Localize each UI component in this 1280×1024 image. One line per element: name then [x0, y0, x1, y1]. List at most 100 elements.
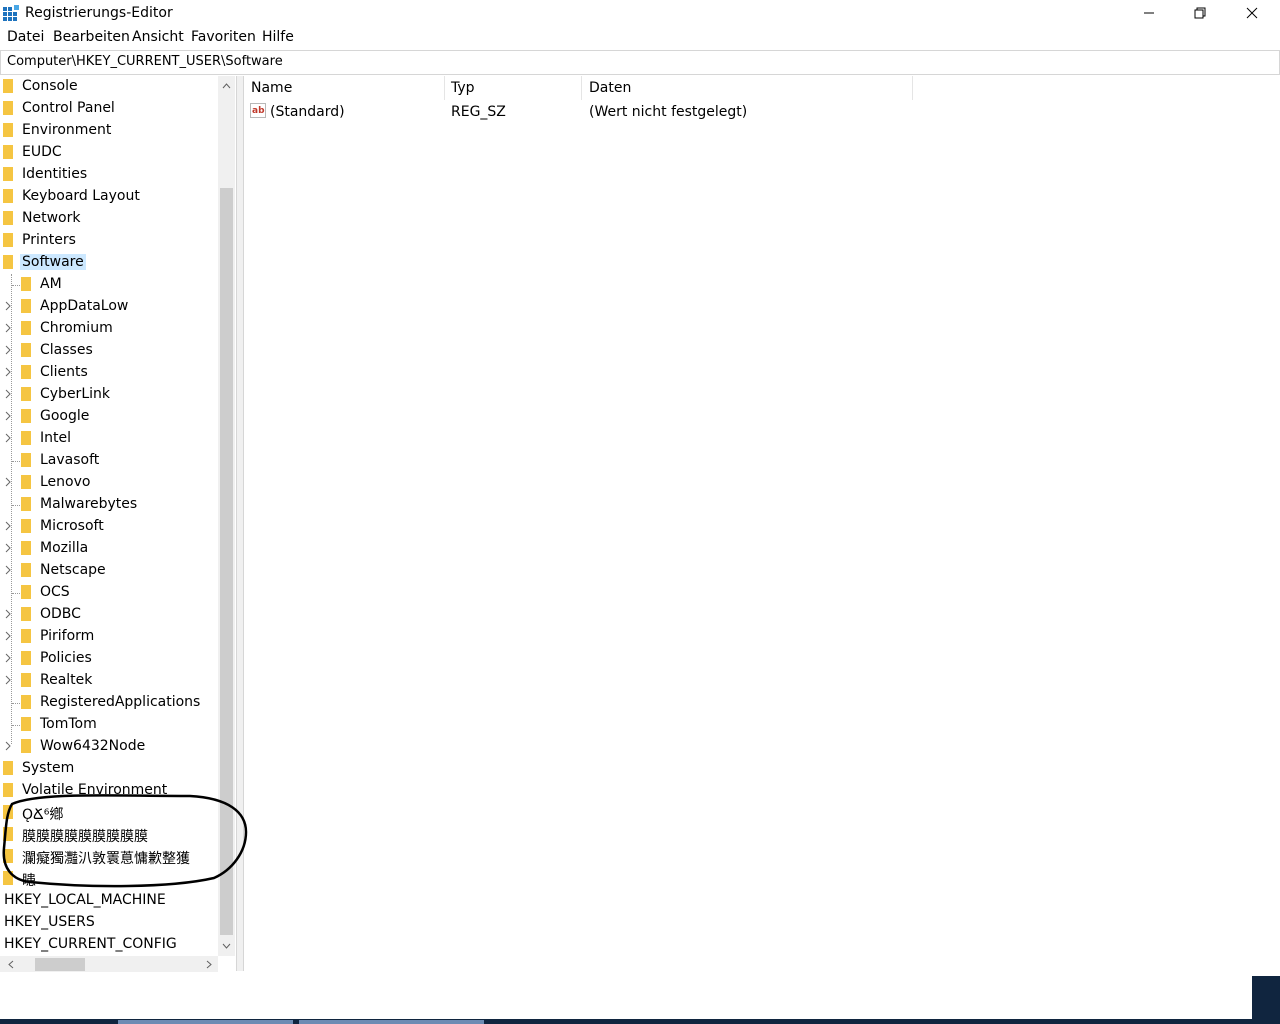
column-header-daten[interactable]: Daten — [582, 76, 913, 100]
chevron-right-icon[interactable] — [3, 652, 13, 664]
menu-ansicht[interactable]: Ansicht — [132, 29, 184, 45]
tree-item-label: Wow6432Node — [40, 738, 146, 754]
window-bottom-area — [0, 972, 1280, 1024]
tree-item-wow6432node[interactable]: Wow6432Node — [0, 736, 218, 758]
tree-item-label: TomTom — [40, 716, 97, 732]
tree-item-classes[interactable]: Classes — [0, 340, 218, 362]
chevron-right-icon[interactable] — [3, 366, 13, 378]
chevron-right-icon[interactable] — [3, 542, 13, 554]
chevron-right-icon[interactable] — [3, 608, 13, 620]
string-value-icon: ab — [250, 103, 266, 118]
tree-item-control-panel[interactable]: Control Panel — [0, 98, 218, 120]
value-data: (Wert nicht festgelegt) — [589, 104, 748, 120]
tree-item-microsoft[interactable]: Microsoft — [0, 516, 218, 538]
tree-item-chromium[interactable]: Chromium — [0, 318, 218, 340]
tree-item-label: Network — [22, 210, 81, 226]
tree-item-identities[interactable]: Identities — [0, 164, 218, 186]
folder-icon — [21, 717, 31, 731]
folder-icon — [3, 233, 13, 247]
column-header-name[interactable]: Name — [244, 76, 445, 100]
tree-item-label: Lenovo — [40, 474, 91, 490]
close-icon — [1246, 7, 1258, 19]
tree-item-label: Netscape — [40, 562, 106, 578]
value-row[interactable]: ab (Standard) REG_SZ (Wert nicht festgel… — [244, 100, 944, 122]
tree-item-mozilla[interactable]: Mozilla — [0, 538, 218, 560]
address-bar[interactable]: Computer\HKEY_CURRENT_USER\Software — [0, 50, 1280, 75]
tree-item-malwarebytes[interactable]: Malwarebytes — [0, 494, 218, 516]
menu-bearbeiten[interactable]: Bearbeiten — [53, 29, 130, 45]
tree-item-registeredapplications[interactable]: RegisteredApplications — [0, 692, 218, 714]
tree-item-label: Classes — [40, 342, 93, 358]
chevron-right-icon[interactable] — [3, 344, 13, 356]
tree-item-intel[interactable]: Intel — [0, 428, 218, 450]
chevron-right-icon[interactable] — [3, 432, 13, 444]
chevron-right-icon[interactable] — [3, 410, 13, 422]
tree-item-hkey-local-machine[interactable]: HKEY_LOCAL_MACHINE — [0, 890, 218, 912]
registry-editor-icon — [3, 5, 19, 21]
chevron-right-icon[interactable] — [3, 388, 13, 400]
scroll-right-arrow-icon[interactable] — [200, 956, 217, 973]
scroll-up-arrow-icon[interactable] — [218, 77, 235, 94]
tree-item-odbc[interactable]: ODBC — [0, 604, 218, 626]
chevron-right-icon[interactable] — [3, 564, 13, 576]
tree-item-lavasoft[interactable]: Lavasoft — [0, 450, 218, 472]
menu-datei[interactable]: Datei — [7, 29, 44, 45]
folder-icon — [21, 739, 31, 753]
value-name: (Standard) — [270, 104, 345, 120]
tree-item-label: CyberLink — [40, 386, 110, 402]
taskbar-app-indicator[interactable] — [299, 1020, 484, 1024]
tree-item-realtek[interactable]: Realtek — [0, 670, 218, 692]
tree-item-policies[interactable]: Policies — [0, 648, 218, 670]
restore-button[interactable] — [1177, 0, 1223, 26]
folder-icon — [21, 695, 31, 709]
tree-item-label: Keyboard Layout — [22, 188, 140, 204]
tree-item-label: Printers — [22, 232, 76, 248]
scroll-down-arrow-icon[interactable] — [218, 937, 235, 954]
menu-favoriten[interactable]: Favoriten — [191, 29, 256, 45]
taskbar-app-indicator[interactable] — [118, 1020, 293, 1024]
chevron-right-icon[interactable] — [3, 322, 13, 334]
chevron-right-icon[interactable] — [3, 300, 13, 312]
chevron-right-icon[interactable] — [3, 630, 13, 642]
close-button[interactable] — [1229, 0, 1275, 26]
minimize-button[interactable] — [1126, 0, 1172, 26]
tree-item-hkey-current-config[interactable]: HKEY_CURRENT_CONFIG — [0, 934, 218, 956]
tree-item-label: Console — [22, 78, 78, 94]
tree-item-cyberlink[interactable]: CyberLink — [0, 384, 218, 406]
chevron-right-icon[interactable] — [3, 476, 13, 488]
tree-item-tomtom[interactable]: TomTom — [0, 714, 218, 736]
tree-item-ocs[interactable]: OCS — [0, 582, 218, 604]
folder-icon — [21, 409, 31, 423]
tree-item-label: Clients — [40, 364, 88, 380]
tree-item-printers[interactable]: Printers — [0, 230, 218, 252]
tree-item-keyboard-layout[interactable]: Keyboard Layout — [0, 186, 218, 208]
title-bar: Registrierungs-Editor — [0, 0, 1280, 26]
tree-item-hkey-users[interactable]: HKEY_USERS — [0, 912, 218, 934]
tree-horizontal-scroll-thumb[interactable] — [35, 958, 85, 971]
folder-icon — [21, 343, 31, 357]
tree-item-environment[interactable]: Environment — [0, 120, 218, 142]
tree-item-lenovo[interactable]: Lenovo — [0, 472, 218, 494]
tree-item-google[interactable]: Google — [0, 406, 218, 428]
tree-item-system[interactable]: System — [0, 758, 218, 780]
tree-item-clients[interactable]: Clients — [0, 362, 218, 384]
menu-hilfe[interactable]: Hilfe — [262, 29, 294, 45]
tree-item-eudc[interactable]: EUDC — [0, 142, 218, 164]
tree-item-piriform[interactable]: Piriform — [0, 626, 218, 648]
tree-item-software[interactable]: Software — [0, 252, 218, 274]
folder-icon — [21, 365, 31, 379]
scroll-left-arrow-icon[interactable] — [2, 956, 19, 973]
tree-item-appdatalow[interactable]: AppDataLow — [0, 296, 218, 318]
tree-item-am[interactable]: AM — [0, 274, 218, 296]
folder-icon — [21, 277, 31, 291]
tree-item-console[interactable]: Console — [0, 76, 218, 98]
tree-horizontal-scrollbar[interactable] — [0, 956, 218, 973]
column-header-typ[interactable]: Typ — [444, 76, 582, 100]
tree-connector — [12, 285, 20, 287]
chevron-right-icon[interactable] — [3, 520, 13, 532]
folder-icon — [3, 211, 13, 225]
tree-item-netscape[interactable]: Netscape — [0, 560, 218, 582]
chevron-right-icon[interactable] — [3, 740, 13, 752]
chevron-right-icon[interactable] — [3, 674, 13, 686]
tree-item-network[interactable]: Network — [0, 208, 218, 230]
